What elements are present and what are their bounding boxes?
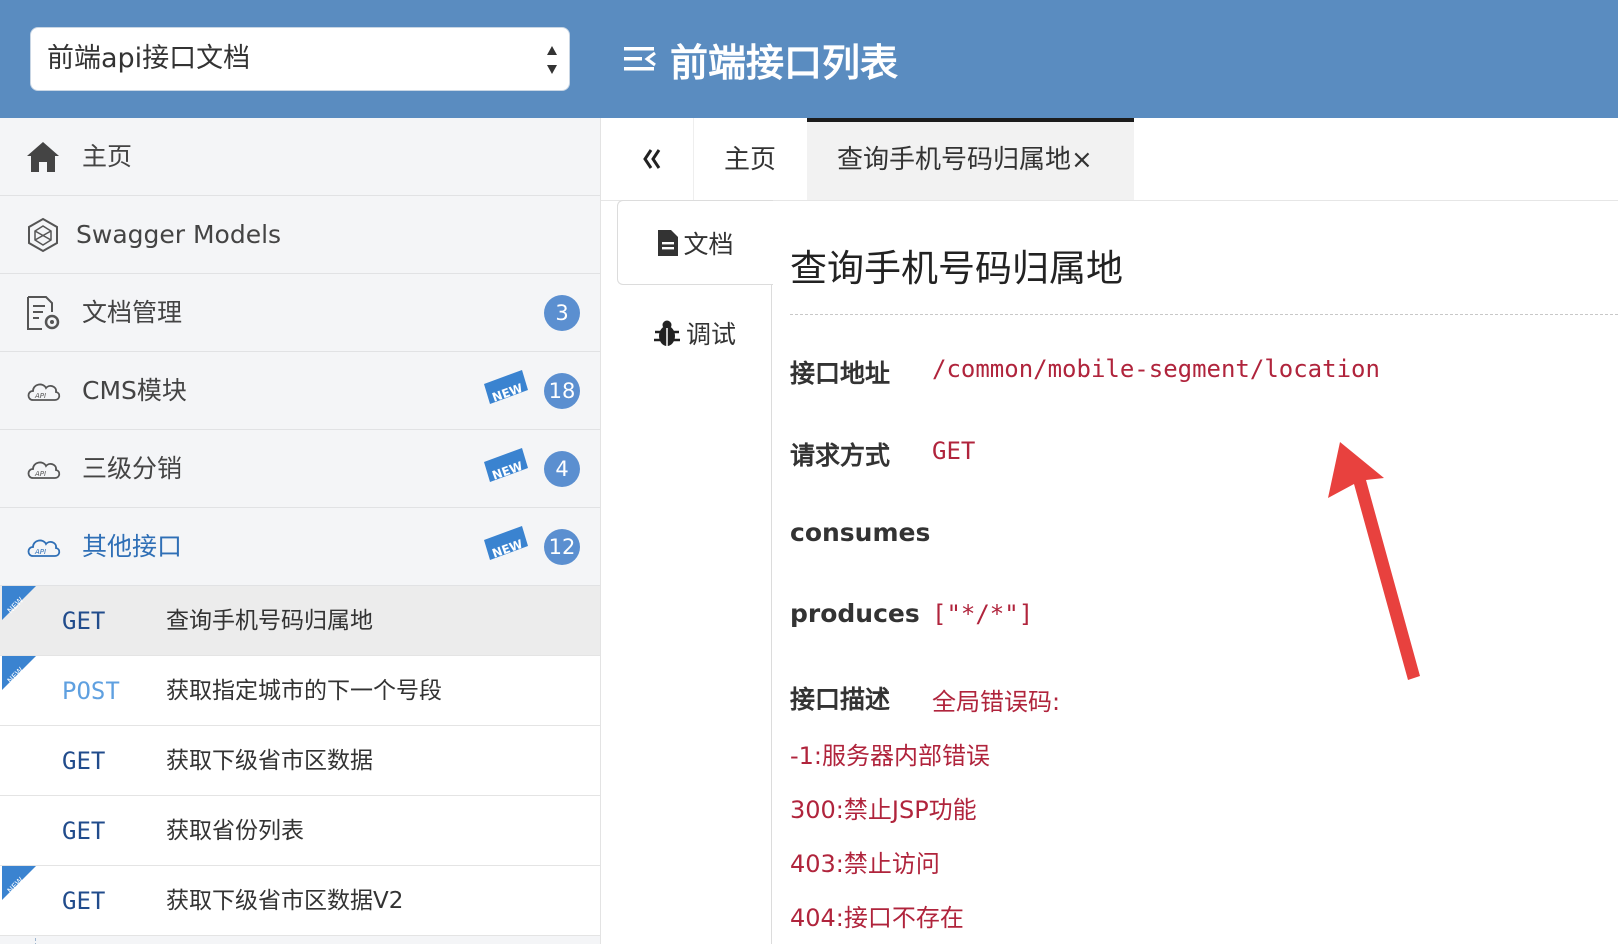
sidebar-item-label: 三级分销 (82, 454, 183, 483)
address-label: 接口地址 (790, 359, 891, 388)
side-tabs: 文档 调试 (617, 200, 773, 944)
http-method: GET (62, 817, 106, 845)
cloud-api-icon: API (27, 461, 61, 479)
sidebar-item-label: 文档管理 (82, 298, 183, 327)
sidebar-item-label: 其他接口 (82, 532, 183, 561)
cloud-api-icon: API (27, 539, 61, 557)
http-method: POST (62, 677, 120, 705)
new-corner-icon: NEW (2, 586, 36, 620)
top-header-bar: 前端api接口文档 前端接口列表 (0, 0, 1618, 118)
endpoint-label: 获取指定城市的下一个号段 (166, 678, 442, 704)
tab-doc-label: 文档 (683, 229, 734, 259)
new-tag-icon: NEW (484, 448, 528, 483)
sidebar-item-home[interactable]: 主页 (0, 118, 600, 196)
api-title: 查询手机号码归属地 (790, 247, 1123, 290)
tab-debug[interactable]: 调试 (617, 290, 771, 375)
sidebar-item-swagger-models[interactable]: Swagger Models (0, 196, 600, 274)
tabs-bar: 主页 查询手机号码归属地× (601, 118, 1618, 201)
http-method: GET (62, 607, 106, 635)
method-value: GET (932, 437, 976, 465)
new-tag-icon: NEW (484, 370, 528, 405)
doc-group-select[interactable]: 前端api接口文档 (30, 27, 570, 91)
produces-value: ["*/*"] (932, 600, 1034, 628)
page-title-text: 前端接口列表 (670, 40, 899, 85)
new-corner-icon: NEW (2, 866, 36, 900)
document-settings-icon (27, 296, 60, 330)
sidebar-item-label: 主页 (82, 142, 133, 171)
swagger-models-icon (28, 217, 58, 253)
error-code-line: 403:禁止访问 (790, 850, 940, 878)
doc-group-select-value: 前端api接口文档 (47, 43, 251, 74)
sidebar-item-cms[interactable]: API CMS模块 NEW 18 (0, 352, 600, 430)
produces-label: produces (790, 599, 920, 628)
tab-active-endpoint[interactable]: 查询手机号码归属地× (807, 118, 1134, 200)
consumes-label: consumes (790, 518, 931, 547)
menu-fold-icon[interactable] (622, 43, 658, 75)
endpoint-item[interactable]: GET 获取下级省市区数据 (0, 726, 600, 796)
endpoint-item[interactable]: GET 获取省份列表 (0, 796, 600, 866)
double-chevron-left-icon (643, 149, 661, 169)
new-tag-icon: NEW (484, 526, 528, 561)
http-method: GET (62, 887, 106, 915)
count-badge: 18 (544, 373, 580, 409)
http-method: GET (62, 747, 106, 775)
page-title: 前端接口列表 (622, 34, 899, 85)
api-doc-content: 查询手机号码归属地 接口地址 /common/mobile-segment/lo… (790, 200, 1618, 944)
address-value: /common/mobile-segment/location (932, 355, 1380, 383)
select-arrows-icon (547, 46, 557, 74)
annotation-arrow-icon (1328, 442, 1420, 680)
new-corner-icon: NEW (2, 656, 36, 690)
desc-label: 接口描述 (790, 685, 891, 714)
error-code-line: -1:服务器内部错误 (790, 742, 991, 770)
svg-text:API: API (34, 548, 46, 556)
desc-value: 全局错误码: (932, 688, 1061, 716)
error-code-line: 300:禁止JSP功能 (790, 796, 977, 824)
sidebar: 主页 Swagger Models 文档管理 3 API CMS模块 NEW 1… (0, 118, 601, 944)
endpoint-label: 查询手机号码归属地 (166, 608, 373, 634)
tab-debug-label: 调试 (685, 319, 736, 349)
cloud-api-icon: API (27, 383, 61, 401)
method-label: 请求方式 (790, 441, 891, 470)
home-icon (27, 142, 59, 172)
sidebar-item-doc-manage[interactable]: 文档管理 3 (0, 274, 600, 352)
file-text-icon (658, 229, 679, 256)
endpoint-list: NEW GET 查询手机号码归属地 NEW POST 获取指定城市的下一个号段 … (0, 586, 600, 944)
sidebar-item-distribution[interactable]: API 三级分销 NEW 4 (0, 430, 600, 508)
sidebar-item-label: CMS模块 (82, 376, 187, 405)
endpoint-label: 获取下级省市区数据V2 (166, 888, 404, 914)
tab-doc[interactable]: 文档 (617, 200, 773, 285)
svg-text:API: API (34, 470, 46, 478)
endpoint-label: 获取省份列表 (166, 818, 304, 844)
endpoint-item[interactable]: NEW GET 查询手机号码归属地 (0, 586, 600, 656)
sidebar-item-label: Swagger Models (76, 220, 282, 249)
title-divider (790, 314, 1618, 315)
bug-icon (653, 320, 680, 346)
endpoint-item[interactable]: NEW POST 获取指定城市的下一个号段 (0, 656, 600, 726)
svg-text:API: API (34, 392, 46, 400)
count-badge: 3 (544, 295, 580, 331)
error-code-line: 404:接口不存在 (790, 904, 964, 932)
collapse-sidebar-button[interactable] (601, 118, 694, 200)
endpoint-item[interactable]: NEW GET 获取下级省市区数据V2 (0, 866, 600, 936)
count-badge: 4 (544, 451, 580, 487)
count-badge: 12 (544, 529, 580, 565)
sidebar-item-other-apis[interactable]: API 其他接口 NEW 12 (0, 508, 600, 586)
tab-home[interactable]: 主页 (693, 118, 807, 200)
endpoint-label: 获取下级省市区数据 (166, 748, 373, 774)
